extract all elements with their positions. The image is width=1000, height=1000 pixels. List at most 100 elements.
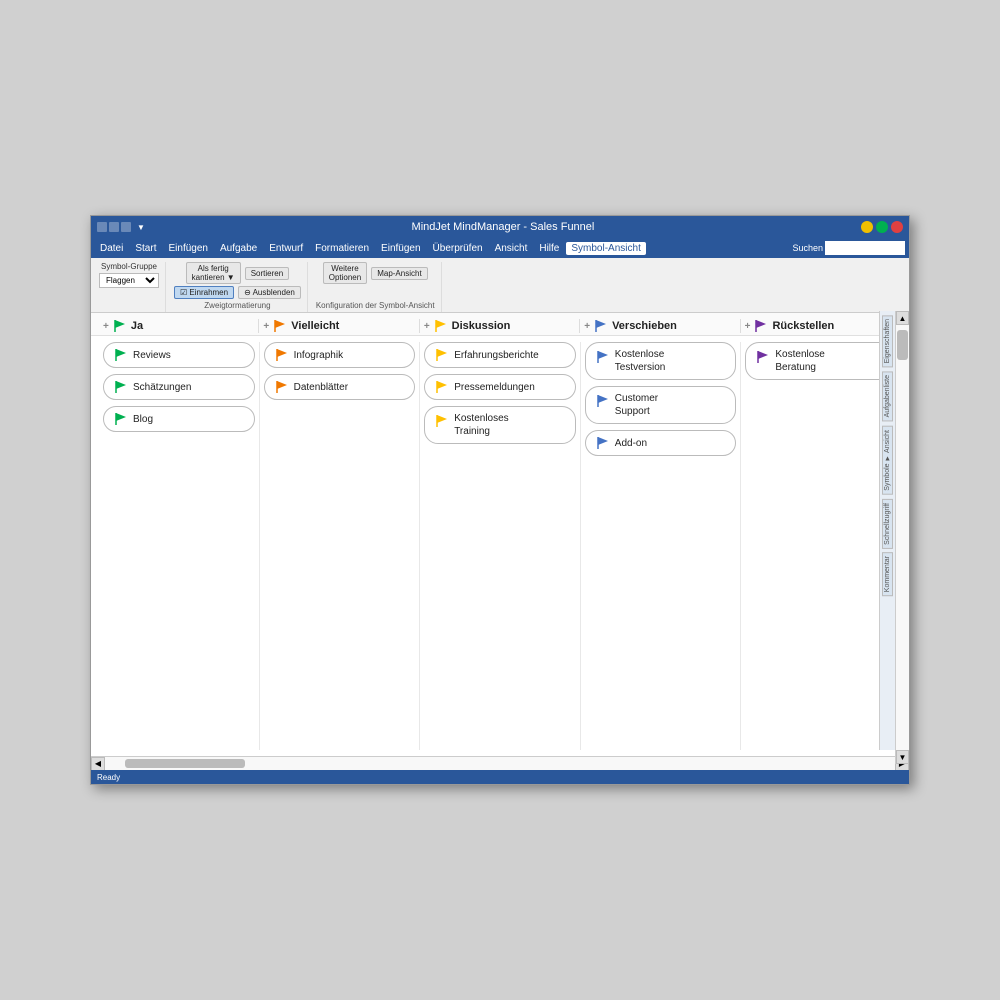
card-infographik-text: Infographik [294, 349, 343, 362]
scroll-h-thumb[interactable] [125, 759, 245, 768]
card-kostenlose-testversion[interactable]: KostenloseTestversion [585, 342, 737, 380]
ribbon-btn-einrahmen[interactable]: ☑ Einrahmen [174, 286, 234, 299]
qa-save[interactable] [97, 222, 107, 232]
flag-green-reviews [114, 348, 128, 362]
menu-formatieren[interactable]: Formatieren [310, 242, 374, 255]
card-datenblaetter[interactable]: Datenblätter [264, 374, 416, 400]
flag-orange-datenblaetter [275, 380, 289, 394]
scroll-h-track [105, 757, 895, 770]
window-controls [861, 221, 903, 233]
col-header-verschieben: + Verschieben [580, 319, 740, 333]
right-panel-tab-5[interactable]: Kommentar [882, 552, 893, 596]
card-infographik[interactable]: Infographik [264, 342, 416, 368]
flag-blue-testversion [596, 350, 610, 364]
menu-bar: Datei Start Einfügen Aufgabe Entwurf For… [91, 238, 909, 258]
ribbon-btn-sortieren[interactable]: Sortieren [245, 267, 289, 280]
col-title-verschieben: Verschieben [612, 320, 677, 332]
card-kostenloses-training[interactable]: KostenlosesTraining [424, 406, 576, 444]
close-btn[interactable] [891, 221, 903, 233]
qa-dropdown[interactable]: ▼ [137, 223, 145, 232]
search-area: Suchen [792, 241, 905, 255]
right-panel-tab-4[interactable]: Schnellzugriff [882, 499, 893, 549]
status-text: Ready [97, 773, 120, 782]
card-addon-text: Add-on [615, 437, 647, 450]
card-pressemeldungen-text: Pressemeldungen [454, 381, 535, 394]
flag-blue-header [594, 319, 608, 333]
ribbon-symbol-select[interactable]: Flaggen [99, 273, 159, 288]
right-panel-tab-2[interactable]: Aufgabenliste [882, 371, 893, 421]
maximize-btn[interactable] [876, 221, 888, 233]
card-kostenlose-beratung[interactable]: KostenloseBeratung [745, 342, 897, 380]
kanban-col-rueckstellen: KostenloseBeratung [741, 342, 901, 750]
menu-einfuegen2[interactable]: Einfügen [376, 242, 425, 255]
ribbon-row-actions2: ☑ Einrahmen ⊖ Ausblenden [174, 286, 301, 299]
ribbon-group-actions: Als fertigkantieren ▼ Sortieren ☑ Einrah… [174, 262, 308, 312]
ribbon-group2-label: Zweigtormatierung [204, 301, 270, 312]
scroll-up-btn[interactable]: ▲ [896, 311, 909, 325]
menu-ansicht[interactable]: Ansicht [490, 242, 533, 255]
col-header-ja: + Ja [99, 319, 259, 333]
ribbon-btn-ausblenden[interactable]: ⊖ Ausblenden [238, 286, 301, 299]
flag-green-schaetzungen [114, 380, 128, 394]
ribbon-row-2: Flaggen [99, 273, 159, 288]
scroll-left-btn[interactable]: ◀ [91, 757, 105, 771]
ribbon-btn-fertig[interactable]: Als fertigkantieren ▼ [186, 262, 241, 284]
col-header-rueckstellen: + Rückstellen [741, 319, 901, 333]
menu-entwurf[interactable]: Entwurf [264, 242, 308, 255]
ribbon-row-actions: Als fertigkantieren ▼ Sortieren [186, 262, 290, 284]
ribbon-group-view: WeitereOptionen Map-Ansicht Konfiguratio… [316, 262, 442, 312]
ribbon-btn-weitere[interactable]: WeitereOptionen [323, 262, 367, 284]
card-blog[interactable]: Blog [103, 406, 255, 432]
right-panel: Eigenschaften Aufgabenliste Symbole ▼ An… [879, 311, 895, 750]
col-title-vielleicht: Vielleicht [291, 320, 339, 332]
col-plus-verschieben[interactable]: + [584, 321, 590, 332]
menu-einfuegen[interactable]: Einfügen [163, 242, 212, 255]
card-reviews[interactable]: Reviews [103, 342, 255, 368]
menu-hilfe[interactable]: Hilfe [534, 242, 564, 255]
qa-redo[interactable] [121, 222, 131, 232]
flag-purple-header [754, 319, 768, 333]
scroll-down-btn[interactable]: ▼ [896, 750, 909, 764]
search-label: Suchen [792, 243, 823, 253]
card-schaetzungen-text: Schätzungen [133, 381, 191, 394]
card-pressemeldungen[interactable]: Pressemeldungen [424, 374, 576, 400]
qa-undo[interactable] [109, 222, 119, 232]
quick-access-bar: ▼ [97, 222, 145, 232]
menu-aufgabe[interactable]: Aufgabe [215, 242, 262, 255]
col-plus-diskussion[interactable]: + [424, 321, 430, 332]
menu-datei[interactable]: Datei [95, 242, 128, 255]
minimize-btn[interactable] [861, 221, 873, 233]
scroll-v-thumb[interactable] [897, 330, 908, 360]
flag-blue-addon [596, 436, 610, 450]
card-addon[interactable]: Add-on [585, 430, 737, 456]
flag-green-blog [114, 412, 128, 426]
card-customer-support[interactable]: CustomerSupport [585, 386, 737, 424]
flag-yellow-presse [435, 380, 449, 394]
kanban-area: + Ja + Vielleicht + Diskussion [91, 313, 909, 770]
right-panel-tab-3[interactable]: Symbole ▼ Ansicht [882, 426, 893, 495]
title-bar: ▼ MindJet MindManager - Sales Funnel [91, 216, 909, 238]
card-erfahrungsberichte[interactable]: Erfahrungsberichte [424, 342, 576, 368]
search-input[interactable] [825, 241, 905, 255]
kanban-col-verschieben: KostenloseTestversion CustomerSupport Ad… [581, 342, 742, 750]
card-schaetzungen[interactable]: Schätzungen [103, 374, 255, 400]
menu-start[interactable]: Start [130, 242, 161, 255]
scroll-v-track [896, 325, 909, 750]
card-kostenlose-beratung-text: KostenloseBeratung [775, 348, 824, 374]
menu-ueberpruefen[interactable]: Überprüfen [428, 242, 488, 255]
flag-yellow-header [434, 319, 448, 333]
flag-blue-support [596, 394, 610, 408]
col-title-diskussion: Diskussion [452, 320, 511, 332]
ribbon-btn-map[interactable]: Map-Ansicht [371, 267, 427, 280]
right-panel-tab-1[interactable]: Eigenschaften [882, 315, 893, 367]
card-reviews-text: Reviews [133, 349, 171, 362]
col-plus-rueckstellen[interactable]: + [745, 321, 751, 332]
flag-green-header [113, 319, 127, 333]
flag-yellow-erfahrung [435, 348, 449, 362]
status-bar: Ready [91, 770, 909, 784]
window-title: MindJet MindManager - Sales Funnel [145, 221, 861, 233]
col-header-vielleicht: + Vielleicht [259, 319, 419, 333]
menu-symbol-ansicht[interactable]: Symbol-Ansicht [566, 242, 645, 255]
col-plus-vielleicht[interactable]: + [263, 321, 269, 332]
col-plus-ja[interactable]: + [103, 321, 109, 332]
